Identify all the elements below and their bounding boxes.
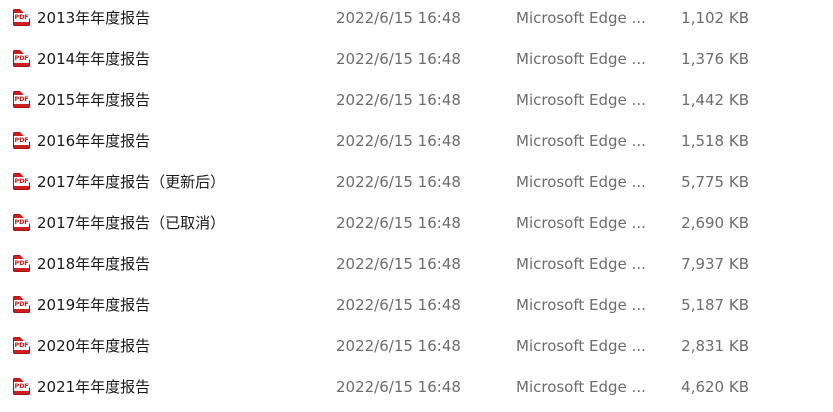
file-size: 2,831 KB <box>681 337 749 355</box>
file-size: 1,102 KB <box>681 9 749 27</box>
pdf-file-icon: PDF <box>13 296 30 313</box>
file-type: Microsoft Edge ... <box>516 91 646 109</box>
file-name: 2017年年度报告（已取消） <box>37 214 226 232</box>
file-row[interactable]: PDF 2019年年度报告 2022/6/15 16:48 Microsoft … <box>0 287 833 328</box>
pdf-file-icon: PDF <box>13 255 30 272</box>
file-name: 2015年年度报告 <box>37 91 151 109</box>
file-type: Microsoft Edge ... <box>516 337 646 355</box>
file-row[interactable]: PDF 2014年年度报告 2022/6/15 16:48 Microsoft … <box>0 41 833 82</box>
file-size: 2,690 KB <box>681 214 749 232</box>
file-type: Microsoft Edge ... <box>516 214 646 232</box>
file-size: 1,376 KB <box>681 50 749 68</box>
file-size: 1,518 KB <box>681 132 749 150</box>
file-date-modified: 2022/6/15 16:48 <box>336 214 461 232</box>
pdf-file-icon: PDF <box>13 337 30 354</box>
file-type: Microsoft Edge ... <box>516 50 646 68</box>
file-row[interactable]: PDF 2020年年度报告 2022/6/15 16:48 Microsoft … <box>0 328 833 369</box>
file-name: 2019年年度报告 <box>37 296 151 314</box>
file-date-modified: 2022/6/15 16:48 <box>336 173 461 191</box>
file-row[interactable]: PDF 2013年年度报告 2022/6/15 16:48 Microsoft … <box>0 0 833 41</box>
file-type: Microsoft Edge ... <box>516 132 646 150</box>
pdf-file-icon: PDF <box>13 173 30 190</box>
file-row[interactable]: PDF 2018年年度报告 2022/6/15 16:48 Microsoft … <box>0 246 833 287</box>
file-size: 7,937 KB <box>681 255 749 273</box>
file-row[interactable]: PDF 2021年年度报告 2022/6/15 16:48 Microsoft … <box>0 369 833 410</box>
file-type: Microsoft Edge ... <box>516 9 646 27</box>
file-date-modified: 2022/6/15 16:48 <box>336 337 461 355</box>
file-size: 5,187 KB <box>681 296 749 314</box>
pdf-file-icon: PDF <box>13 378 30 395</box>
file-row[interactable]: PDF 2017年年度报告（更新后） 2022/6/15 16:48 Micro… <box>0 164 833 205</box>
pdf-file-icon: PDF <box>13 9 30 26</box>
file-name: 2021年年度报告 <box>37 378 151 396</box>
file-name: 2013年年度报告 <box>37 9 151 27</box>
pdf-file-icon: PDF <box>13 50 30 67</box>
file-date-modified: 2022/6/15 16:48 <box>336 255 461 273</box>
file-row[interactable]: PDF 2017年年度报告（已取消） 2022/6/15 16:48 Micro… <box>0 205 833 246</box>
file-type: Microsoft Edge ... <box>516 255 646 273</box>
file-type: Microsoft Edge ... <box>516 296 646 314</box>
file-row[interactable]: PDF 2015年年度报告 2022/6/15 16:48 Microsoft … <box>0 82 833 123</box>
file-size: 5,775 KB <box>681 173 749 191</box>
file-type: Microsoft Edge ... <box>516 378 646 396</box>
file-date-modified: 2022/6/15 16:48 <box>336 50 461 68</box>
file-type: Microsoft Edge ... <box>516 173 646 191</box>
file-date-modified: 2022/6/15 16:48 <box>336 378 461 396</box>
file-name: 2020年年度报告 <box>37 337 151 355</box>
file-size: 1,442 KB <box>681 91 749 109</box>
file-name: 2018年年度报告 <box>37 255 151 273</box>
file-list: PDF 2013年年度报告 2022/6/15 16:48 Microsoft … <box>0 0 833 412</box>
file-date-modified: 2022/6/15 16:48 <box>336 91 461 109</box>
pdf-file-icon: PDF <box>13 132 30 149</box>
file-size: 4,620 KB <box>681 378 749 396</box>
file-name: 2017年年度报告（更新后） <box>37 173 226 191</box>
file-name: 2014年年度报告 <box>37 50 151 68</box>
file-name: 2016年年度报告 <box>37 132 151 150</box>
file-date-modified: 2022/6/15 16:48 <box>336 296 461 314</box>
file-date-modified: 2022/6/15 16:48 <box>336 132 461 150</box>
pdf-file-icon: PDF <box>13 91 30 108</box>
file-date-modified: 2022/6/15 16:48 <box>336 9 461 27</box>
file-row[interactable]: PDF 2016年年度报告 2022/6/15 16:48 Microsoft … <box>0 123 833 164</box>
pdf-file-icon: PDF <box>13 214 30 231</box>
